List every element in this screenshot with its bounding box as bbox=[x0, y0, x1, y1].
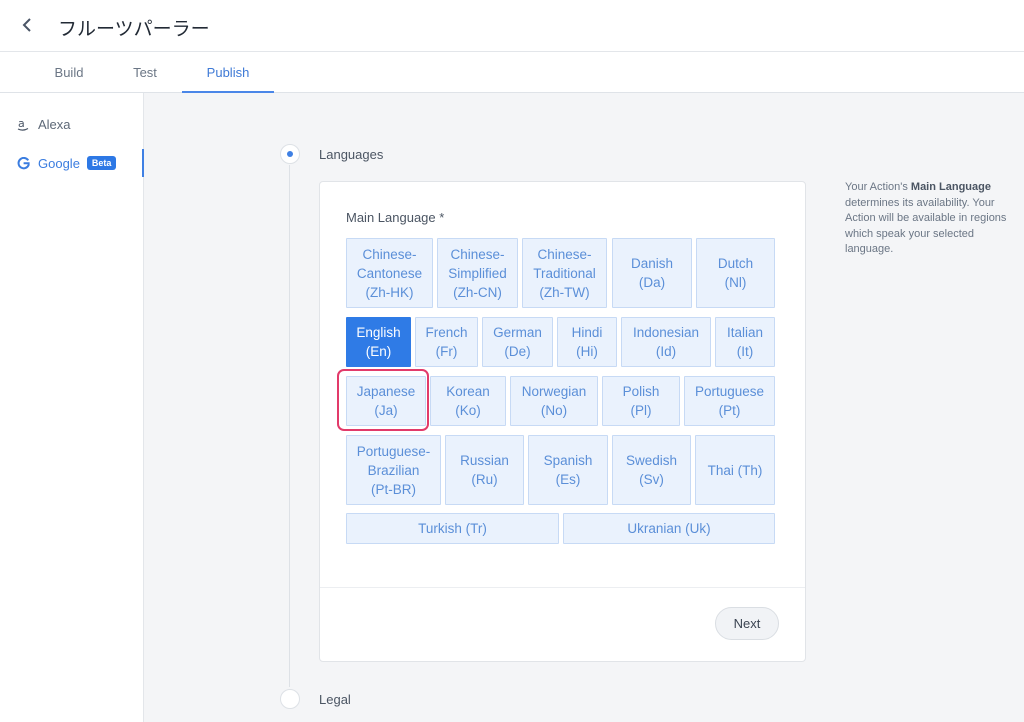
step-label-legal[interactable]: Legal bbox=[319, 692, 351, 707]
page-title: フルーツパーラー bbox=[58, 18, 210, 40]
language-option-it[interactable]: Italian (It) bbox=[715, 317, 775, 367]
language-option-hi[interactable]: Hindi (Hi) bbox=[557, 317, 617, 367]
language-option-es[interactable]: Spanish (Es) bbox=[528, 435, 608, 505]
language-option-de[interactable]: German (De) bbox=[482, 317, 553, 367]
step-label-languages: Languages bbox=[319, 147, 384, 162]
language-option-zh-cn[interactable]: Chinese- Simplified (Zh-CN) bbox=[437, 238, 518, 308]
language-option-ja[interactable]: Japanese (Ja) bbox=[346, 376, 426, 426]
main-language-label: Main Language * bbox=[346, 210, 445, 225]
help-text: Your Action's Main Language determines i… bbox=[845, 181, 1007, 255]
language-option-da[interactable]: Danish (Da) bbox=[612, 238, 692, 308]
tab-bar: Build Test Publish bbox=[0, 52, 1024, 93]
language-option-id[interactable]: Indonesian (Id) bbox=[621, 317, 711, 367]
step-indicator-legal bbox=[280, 689, 300, 709]
tab-build[interactable]: Build bbox=[40, 52, 98, 93]
amazon-icon: a bbox=[16, 118, 30, 131]
sidebar-item-google[interactable]: Google Beta bbox=[0, 149, 144, 177]
language-option-ko[interactable]: Korean (Ko) bbox=[430, 376, 506, 426]
sidebar-item-alexa[interactable]: a Alexa bbox=[0, 110, 144, 138]
language-option-th[interactable]: Thai (Th) bbox=[695, 435, 775, 505]
language-option-sv[interactable]: Swedish (Sv) bbox=[612, 435, 691, 505]
sidebar-item-label: Google bbox=[38, 155, 80, 171]
language-option-uk[interactable]: Ukranian (Uk) bbox=[563, 513, 775, 544]
chevron-left-icon bbox=[22, 18, 31, 32]
language-option-pl[interactable]: Polish (Pl) bbox=[602, 376, 680, 426]
language-option-tr[interactable]: Turkish (Tr) bbox=[346, 513, 559, 544]
language-option-ru[interactable]: Russian (Ru) bbox=[445, 435, 524, 505]
beta-badge: Beta bbox=[86, 156, 117, 170]
card-divider bbox=[320, 587, 805, 588]
next-button[interactable]: Next bbox=[715, 607, 779, 640]
step-indicator-languages bbox=[280, 144, 300, 164]
language-option-pt[interactable]: Portuguese (Pt) bbox=[684, 376, 775, 426]
google-icon bbox=[16, 156, 30, 170]
language-option-pt-br[interactable]: Portuguese- Brazilian (Pt-BR) bbox=[346, 435, 441, 505]
svg-text:a: a bbox=[18, 118, 25, 130]
language-option-no[interactable]: Norwegian (No) bbox=[510, 376, 598, 426]
sidebar: a Alexa Google Beta bbox=[0, 93, 144, 722]
languages-card: Main Language * Chinese- Cantonese (Zh-H… bbox=[319, 181, 806, 662]
stepper-line bbox=[289, 165, 290, 687]
language-option-zh-tw[interactable]: Chinese- Traditional (Zh-TW) bbox=[522, 238, 607, 308]
sidebar-item-label: Alexa bbox=[38, 116, 71, 132]
tab-publish[interactable]: Publish bbox=[182, 52, 274, 93]
language-option-fr[interactable]: French (Fr) bbox=[415, 317, 478, 367]
language-option-en[interactable]: English (En) bbox=[346, 317, 411, 367]
tab-test[interactable]: Test bbox=[116, 52, 174, 93]
help-text-strong: Main Language bbox=[910, 181, 991, 193]
language-option-zh-hk[interactable]: Chinese- Cantonese (Zh-HK) bbox=[346, 238, 433, 308]
top-bar: フルーツパーラー bbox=[0, 0, 1024, 52]
back-button[interactable] bbox=[14, 12, 40, 38]
language-option-nl[interactable]: Dutch (Nl) bbox=[696, 238, 775, 308]
